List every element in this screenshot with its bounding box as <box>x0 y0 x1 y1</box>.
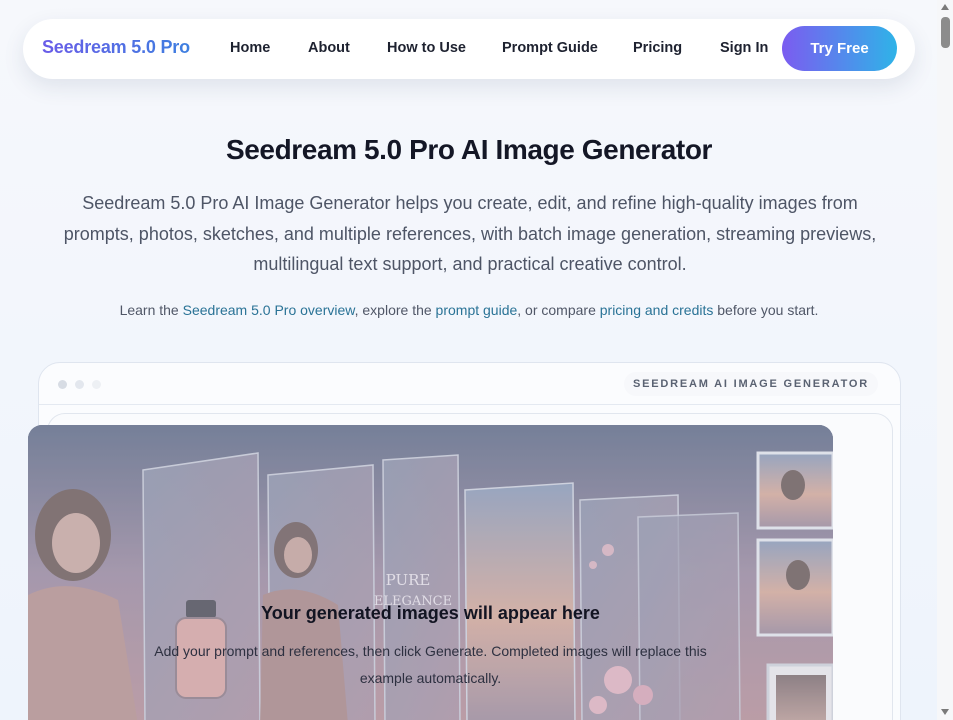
hero-description: Seedream 5.0 Pro AI Image Generator help… <box>63 193 877 274</box>
window-dot-icon <box>92 380 101 389</box>
scroll-thumb[interactable] <box>941 17 950 48</box>
generated-image-preview[interactable]: PURE ELEGANCE Your generated images will… <box>28 425 833 720</box>
scroll-down-arrow-icon[interactable] <box>941 709 949 715</box>
prompt-guide-link[interactable]: prompt guide <box>436 302 518 318</box>
generator-card-header: SEEDREAM AI IMAGE GENERATOR <box>39 363 900 405</box>
preview-placeholder-title: Your generated images will appear here <box>261 603 600 623</box>
preview-placeholder-description: Add your prompt and references, then cli… <box>154 643 707 686</box>
window-dot-icon <box>58 380 67 389</box>
brand-logo[interactable]: Seedream 5.0 Pro <box>42 37 190 58</box>
pricing-credits-link[interactable]: pricing and credits <box>600 302 714 318</box>
nav-link-sign-in[interactable]: Sign In <box>720 40 768 56</box>
window-dot-icon <box>75 380 84 389</box>
top-navbar: Seedream 5.0 Pro Home About How to Use P… <box>23 19 915 79</box>
links-mid-text: , explore the <box>354 302 436 318</box>
hero-links-line: Learn the Seedream 5.0 Pro overview, exp… <box>0 302 938 318</box>
nav-link-how-to-use[interactable]: How to Use <box>387 40 466 56</box>
nav-link-home[interactable]: Home <box>230 40 270 56</box>
links-mid-text: , or compare <box>517 302 600 318</box>
scroll-up-arrow-icon[interactable] <box>941 4 949 10</box>
nav-link-prompt-guide[interactable]: Prompt Guide <box>502 40 598 56</box>
nav-link-about[interactable]: About <box>308 40 350 56</box>
overview-link[interactable]: Seedream 5.0 Pro overview <box>183 302 355 318</box>
links-prefix-text: Learn the <box>119 302 183 318</box>
generator-label: SEEDREAM AI IMAGE GENERATOR <box>623 372 878 396</box>
try-free-button[interactable]: Try Free <box>782 26 897 71</box>
page-title: Seedream 5.0 Pro AI Image Generator <box>225 134 713 165</box>
links-suffix-text: before you start. <box>713 302 819 318</box>
nav-link-pricing[interactable]: Pricing <box>633 40 682 56</box>
page-scrollbar[interactable] <box>937 0 953 720</box>
